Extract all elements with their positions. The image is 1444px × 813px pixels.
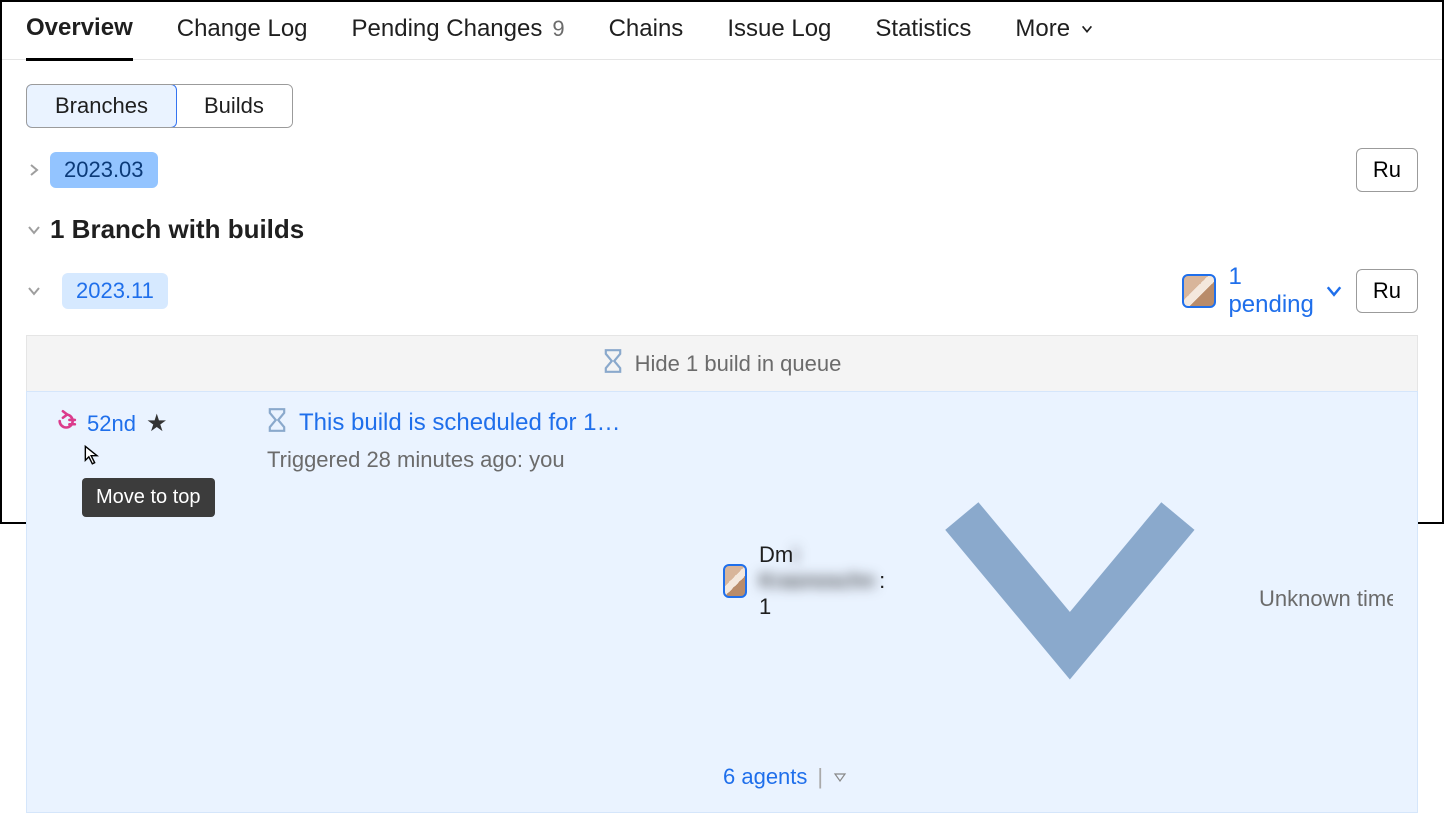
tab-issue-log[interactable]: Issue Log — [727, 15, 831, 59]
run-button[interactable]: Ru — [1356, 148, 1418, 192]
section-title: 1 Branch with builds — [50, 214, 304, 245]
separator: | — [817, 764, 823, 790]
hide-queue-toggle[interactable]: Hide 1 build in queue — [26, 335, 1418, 391]
tab-label: Pending Changes — [352, 15, 543, 43]
triggered-text: Triggered 28 minutes ago: you — [267, 447, 707, 473]
tooltip: Move to top — [82, 478, 215, 517]
run-button[interactable]: Ru — [1356, 269, 1418, 313]
branch-row: 2023.11 1 pending Ru — [2, 245, 1442, 319]
tab-overview[interactable]: Overview — [26, 14, 133, 61]
expand-toggle-icon[interactable] — [26, 283, 42, 299]
expand-toggle-icon[interactable] — [26, 222, 42, 238]
tab-label: More — [1015, 15, 1070, 43]
tab-statistics[interactable]: Statistics — [875, 15, 971, 59]
hourglass-icon — [267, 408, 287, 437]
tab-change-log[interactable]: Change Log — [177, 15, 308, 59]
star-icon[interactable]: ★ — [146, 409, 168, 438]
hide-queue-label: Hide 1 build in queue — [635, 351, 842, 377]
queue-position[interactable]: 52nd — [87, 411, 136, 437]
author-name-prefix: Dm — [759, 542, 793, 567]
branch-chip-row: 2023.03 Ru — [2, 128, 1442, 192]
section-title-row: 1 Branch with builds — [2, 192, 1442, 245]
tab-bar: Overview Change Log Pending Changes 9 Ch… — [2, 2, 1442, 60]
segmented-control: Branches Builds — [26, 84, 293, 128]
move-to-top-icon[interactable] — [51, 408, 77, 439]
author-name[interactable]: Dmi Krasnoschn: 1 — [759, 542, 885, 620]
tab-more[interactable]: More — [1015, 15, 1094, 59]
tab-chains[interactable]: Chains — [609, 15, 684, 59]
agents-link[interactable]: 6 agents — [723, 764, 807, 790]
pending-link[interactable]: 1 pending — [1228, 263, 1343, 319]
view-toggle-row: Branches Builds — [2, 60, 1442, 128]
build-row: 52nd ★ This build is scheduled for 1… Tr… — [26, 391, 1418, 813]
tab-pending-changes[interactable]: Pending Changes 9 — [352, 15, 565, 59]
branch-chip-2023-11[interactable]: 2023.11 — [62, 273, 168, 309]
avatar[interactable] — [1182, 274, 1216, 308]
build-position-cell: 52nd ★ — [51, 408, 251, 439]
build-info-cell: This build is scheduled for 1… Triggered… — [267, 408, 707, 473]
dropdown-triangle-icon[interactable] — [833, 770, 847, 784]
branch-chip-2023-03[interactable]: 2023.03 — [50, 152, 158, 188]
expand-toggle-icon[interactable] — [26, 162, 42, 178]
pending-label: 1 pending — [1228, 263, 1313, 319]
avatar[interactable] — [723, 564, 747, 598]
build-author-cell: Dmi Krasnoschn: 1 6 agents | — [723, 408, 1243, 790]
hourglass-icon — [603, 349, 623, 379]
chevron-down-icon[interactable] — [897, 408, 1243, 754]
chevron-down-icon — [1080, 22, 1094, 36]
segment-builds[interactable]: Builds — [176, 85, 292, 127]
build-title-link[interactable]: This build is scheduled for 1… — [299, 409, 621, 437]
segment-branches[interactable]: Branches — [26, 84, 177, 128]
build-time-cell: Unknown time t — [1259, 586, 1393, 612]
pending-count-badge: 9 — [552, 16, 564, 42]
chevron-down-icon — [1324, 281, 1344, 301]
